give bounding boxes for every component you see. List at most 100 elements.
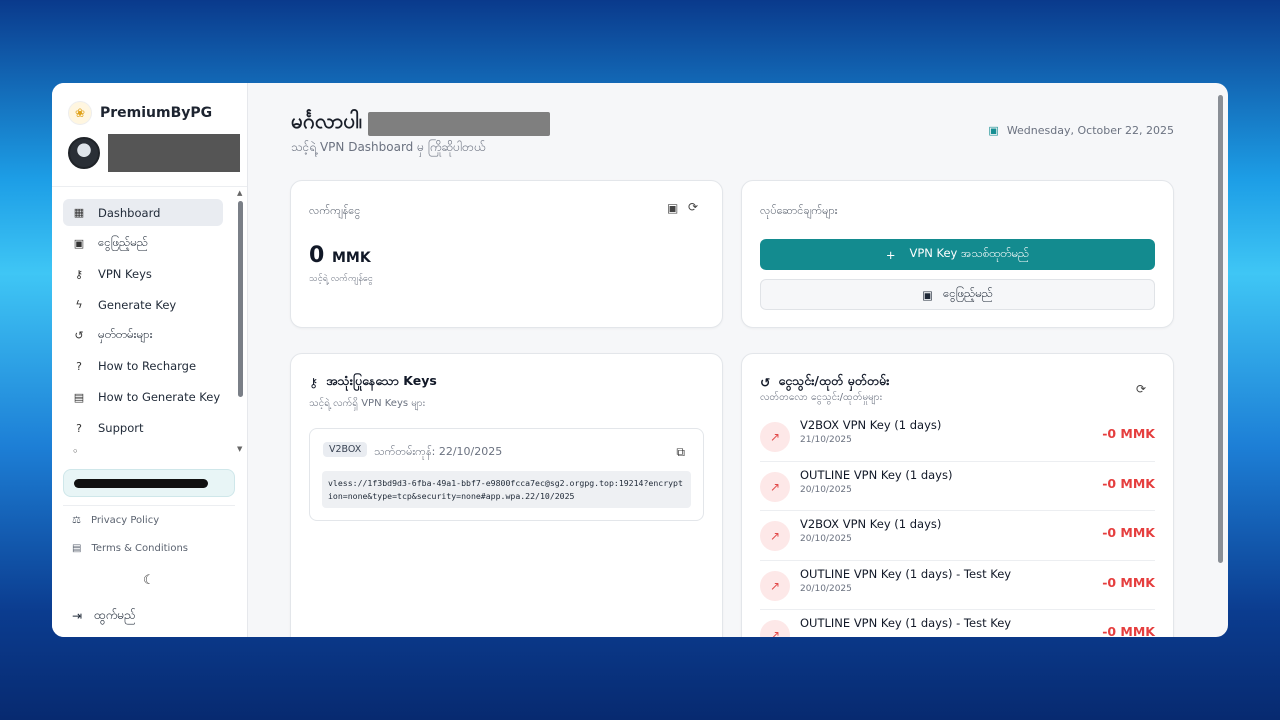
- list-item[interactable]: ↗ OUTLINE VPN Key (1 days) 20/10/2025 -0…: [760, 462, 1155, 512]
- plus-icon: +: [885, 247, 896, 262]
- tx-item-amount: -0 MMK: [1102, 426, 1155, 441]
- keys-subtitle: သင့်ရဲ့ လက်ရှိ VPN Keys များ: [309, 398, 426, 409]
- user-profile[interactable]: [68, 134, 240, 172]
- sidebar-item-vpn-keys[interactable]: ⚷ VPN Keys: [63, 261, 223, 288]
- sidebar: ❀ PremiumByPG ▦ Dashboard ▣ ငွေဖြည့်မည် …: [52, 83, 248, 637]
- redacted-label: [74, 479, 208, 488]
- key-expiry: သက်တမ်းကုန်: 22/10/2025: [374, 445, 503, 458]
- balance-number: 0: [309, 243, 325, 268]
- history-icon: ↺: [74, 329, 84, 343]
- main-content: မင်္ဂလာပါ၊ သင့်ရဲ့ VPN Dashboard မှ ကြို…: [248, 83, 1228, 637]
- greeting-text: မင်္ဂလာပါ၊: [291, 109, 363, 133]
- transaction-list: ↗ V2BOX VPN Key (1 days) 21/10/2025 -0 M…: [760, 412, 1155, 637]
- refresh-icon[interactable]: ⟳: [688, 200, 698, 214]
- privacy-label: Privacy Policy: [90, 515, 160, 526]
- sidebar-item-recharge[interactable]: ▣ ငွေဖြည့်မည်: [63, 230, 223, 257]
- privacy-policy-link[interactable]: ⚖ Privacy Policy: [72, 515, 159, 526]
- refresh-icon[interactable]: ⟳: [1136, 382, 1146, 396]
- arrow-up-right-icon: ↗: [760, 521, 790, 552]
- recharge-button[interactable]: ▣ ငွေဖြည့်မည်: [760, 279, 1155, 310]
- admin-dashboard-button[interactable]: [63, 469, 235, 497]
- tx-item-title: V2BOX VPN Key (1 days): [800, 418, 942, 432]
- sidebar-item-how-to-recharge[interactable]: ? How to Recharge: [63, 353, 223, 380]
- sidebar-nav: ▦ Dashboard ▣ ငွေဖြည့်မည် ⚷ VPN Keys ϟ G…: [63, 199, 223, 453]
- document-icon: ▤: [72, 543, 82, 554]
- sidebar-item-label: ငွေဖြည့်မည်: [98, 234, 148, 249]
- sidebar-item-generate-key[interactable]: ϟ Generate Key: [63, 291, 223, 318]
- actions-card: လုပ်ဆောင်ချက်များ + VPN Key အသစ်ထုတ်မည် …: [741, 180, 1174, 328]
- wallet-icon[interactable]: ▣: [667, 201, 678, 215]
- arrow-up-right-icon: ↗: [760, 620, 790, 637]
- tx-item-date: 20/10/2025: [800, 484, 852, 495]
- keys-title: ⚷ အသုံးပြုနေသော Keys: [309, 373, 437, 392]
- transactions-card: ↺ ငွေသွင်း/ထုတ် မှတ်တမ်း လတ်တလော ငွေသွင်…: [741, 353, 1174, 637]
- arrow-up-right-icon: ↗: [760, 471, 790, 502]
- arrow-up-right-icon: ↗: [760, 422, 790, 452]
- tx-item-amount: -0 MMK: [1102, 574, 1155, 590]
- history-icon: ↺: [760, 375, 771, 390]
- sidebar-item-label: How to Generate Key: [98, 390, 221, 405]
- key-type-badge: V2BOX: [323, 442, 368, 457]
- tx-item-title: OUTLINE VPN Key (1 days): [800, 467, 953, 482]
- divider: [52, 186, 247, 187]
- tx-item-title: OUTLINE VPN Key (1 days) - Test Key: [800, 616, 1012, 631]
- tx-item-date: 21/10/2025: [800, 435, 852, 445]
- terms-link[interactable]: ▤ Terms & Conditions: [72, 543, 188, 554]
- calendar-icon: ▣: [988, 124, 999, 137]
- key-code[interactable]: vless://1f3bd9d3-6fba-49a1-bbf7-e9800fcc…: [322, 471, 691, 508]
- sidebar-item-label: How to Recharge: [98, 359, 197, 374]
- page-title: မင်္ဂလာပါ၊: [291, 108, 551, 139]
- sidebar-item-history[interactable]: ↺ မှတ်တမ်းများ: [63, 322, 223, 349]
- scale-icon: ⚖: [72, 515, 81, 526]
- logout-label: ထွက်မည်: [94, 608, 136, 622]
- sidebar-item-label: Generate Key: [98, 297, 177, 312]
- scroll-up-arrow[interactable]: ▲: [237, 189, 242, 197]
- balance-currency: MMK: [331, 250, 371, 266]
- sidebar-item-support[interactable]: ? Support: [63, 415, 223, 442]
- document-icon: ▤: [73, 390, 85, 404]
- new-vpn-key-button[interactable]: + VPN Key အသစ်ထုတ်မည်: [760, 239, 1155, 270]
- sidebar-item-how-to-generate-key[interactable]: ▤ How to Generate Key: [63, 384, 223, 411]
- logout-icon: ⇥: [72, 609, 83, 623]
- main-scrollbar[interactable]: [1218, 95, 1223, 563]
- wallet-icon: ▣: [73, 236, 85, 250]
- tx-item-amount: -0 MMK: [1102, 525, 1155, 541]
- moon-icon[interactable]: ☾: [143, 573, 155, 588]
- app-window: ❀ PremiumByPG ▦ Dashboard ▣ ငွေဖြည့်မည် …: [52, 83, 1228, 637]
- date-display: ▣ Wednesday, October 22, 2025: [988, 124, 1174, 137]
- wallet-icon: ▣: [922, 287, 933, 302]
- brand-name: PremiumByPG: [100, 105, 213, 121]
- sidebar-item-partial[interactable]: ◦: [63, 445, 223, 453]
- list-item[interactable]: ↗ OUTLINE VPN Key (1 days) - Test Key 20…: [760, 561, 1155, 611]
- tx-subtitle: လတ်တလော ငွေသွင်း/ထုတ်မှုများ: [760, 392, 883, 403]
- sidebar-item-label: Dashboard: [98, 205, 161, 220]
- sidebar-item-label: Support: [98, 421, 144, 436]
- sidebar-scrollbar[interactable]: [238, 201, 243, 397]
- page-subtitle: သင့်ရဲ့ VPN Dashboard မှ ကြိုဆိုပါတယ်: [291, 140, 486, 154]
- list-item[interactable]: ↗ OUTLINE VPN Key (1 days) - Test Key -0…: [760, 610, 1155, 637]
- list-item[interactable]: ↗ V2BOX VPN Key (1 days) 20/10/2025 -0 M…: [760, 511, 1155, 561]
- divider: [63, 505, 235, 506]
- redacted-name: [368, 111, 551, 136]
- scroll-down-arrow[interactable]: ▼: [237, 445, 242, 453]
- tx-item-amount: -0 MMK: [1102, 624, 1155, 637]
- tx-item-date: 20/10/2025: [800, 534, 852, 545]
- list-item[interactable]: ↗ V2BOX VPN Key (1 days) 21/10/2025 -0 M…: [760, 412, 1155, 462]
- sidebar-item-label: မှတ်တမ်းများ: [98, 327, 153, 342]
- brand[interactable]: ❀ PremiumByPG: [68, 101, 212, 125]
- date-text: Wednesday, October 22, 2025: [1006, 124, 1174, 137]
- sidebar-item-dashboard[interactable]: ▦ Dashboard: [63, 199, 223, 226]
- keys-title-text: အသုံးပြုနေသော Keys: [326, 373, 437, 388]
- logout-button[interactable]: ⇥ ထွက်မည်: [72, 607, 136, 625]
- tx-item-title: V2BOX VPN Key (1 days): [800, 517, 942, 532]
- key-icon: ⚷: [74, 267, 84, 281]
- key-icon: ⚷: [309, 375, 319, 390]
- redacted-username: [108, 134, 240, 172]
- button-label: VPN Key အသစ်ထုတ်မည်: [909, 246, 1030, 260]
- bolt-icon: ϟ: [75, 298, 83, 312]
- actions-label: လုပ်ဆောင်ချက်များ: [760, 204, 838, 217]
- tx-item-date: 20/10/2025: [800, 583, 852, 594]
- arrow-up-right-icon: ↗: [760, 570, 790, 601]
- sidebar-item-label: VPN Keys: [98, 267, 152, 282]
- copy-icon[interactable]: ⧉: [676, 445, 685, 460]
